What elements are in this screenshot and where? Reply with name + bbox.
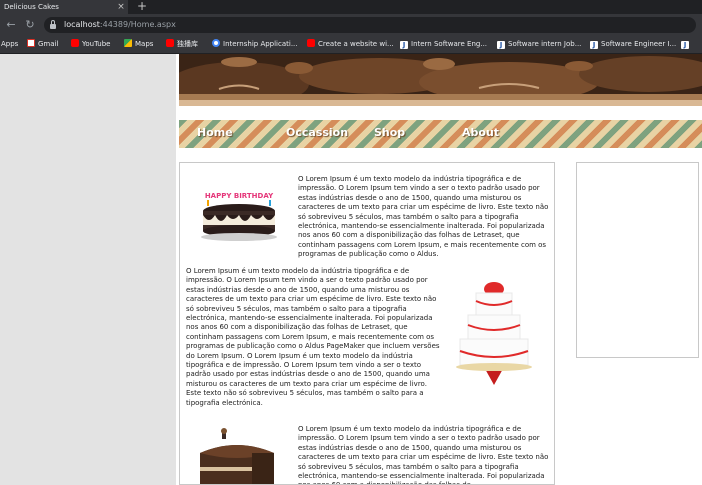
browser-tab[interactable]: Delicious Cakes × [0,0,128,14]
bookmark-gmail[interactable]: Gmail [27,36,58,53]
header-banner-image [179,54,702,106]
chocolate-cake-image [192,427,282,484]
sidebar-panel [576,162,699,358]
indeed-icon: J [400,41,408,49]
bookmark-maps[interactable]: Maps [124,36,153,53]
nav-about[interactable]: About [462,120,499,148]
page-viewport: Home Occassion Shop About HAPPY BIRTHDAY [0,54,702,485]
back-arrow-icon[interactable]: ← [3,17,19,33]
content-paragraph-1: O Lorem Ipsum é um texto modelo da indús… [298,175,549,259]
bookmark-software-engineer[interactable]: J Software Engineer I... [590,36,676,53]
birthday-candle-letters: HAPPY BIRTHDAY [205,192,274,200]
birthday-cake-image: HAPPY BIRTHDAY [199,181,279,243]
site-content: Home Occassion Shop About HAPPY BIRTHDAY [176,54,702,485]
chocolate-cake-banner [179,54,702,106]
tab-title: Delicious Cakes [4,3,59,11]
content-paragraph-2: O Lorem Ipsum é um texto modelo da indús… [186,267,440,407]
lock-icon [50,20,56,29]
nav-shop[interactable]: Shop [374,120,405,148]
url-text: localhost:44389/Home.aspx [64,20,176,29]
close-tab-icon[interactable]: × [116,0,126,14]
main-navigation: Home Occassion Shop About [179,120,702,148]
bookmark-youtube[interactable]: YouTube [71,36,110,53]
reload-icon[interactable]: ↻ [22,17,38,33]
maps-icon [124,39,132,47]
bookmark-apps[interactable]: Apps [1,36,18,53]
youtube-icon [71,39,79,47]
youtube-icon [307,39,315,47]
bookmark-overflow[interactable]: J [681,36,692,53]
indeed-icon: J [497,41,505,49]
bookmark-duboku[interactable]: 独播库 [166,36,198,53]
new-tab-button[interactable]: + [136,0,148,14]
bookmark-software-intern-job[interactable]: J Software intern Job... [497,36,581,53]
bookmark-create-website[interactable]: Create a website wi... [307,36,394,53]
bookmarks-bar: Apps Gmail YouTube Maps 独播库 Internship A… [0,36,702,54]
nav-occassion[interactable]: Occassion [286,120,348,148]
google-icon [212,39,220,47]
browser-tab-strip: Delicious Cakes × + [0,0,702,14]
address-bar[interactable]: localhost:44389/Home.aspx [44,17,696,33]
browser-toolbar: ← ↻ localhost:44389/Home.aspx [0,14,702,36]
bookmark-internship-applications[interactable]: Internship Applicati... [212,36,298,53]
main-content-panel: HAPPY BIRTHDAY O Lorem Ipsum é um texto … [179,162,555,485]
indeed-icon: J [590,41,598,49]
indeed-icon: J [681,41,689,49]
wedding-cake-image [454,279,534,387]
nav-home[interactable]: Home [197,120,233,148]
content-paragraph-3: O Lorem Ipsum é um texto modelo da indús… [298,425,549,484]
gmail-icon [27,39,35,47]
play-icon [166,39,174,47]
bookmark-intern-software-eng[interactable]: J Intern Software Eng... [400,36,487,53]
